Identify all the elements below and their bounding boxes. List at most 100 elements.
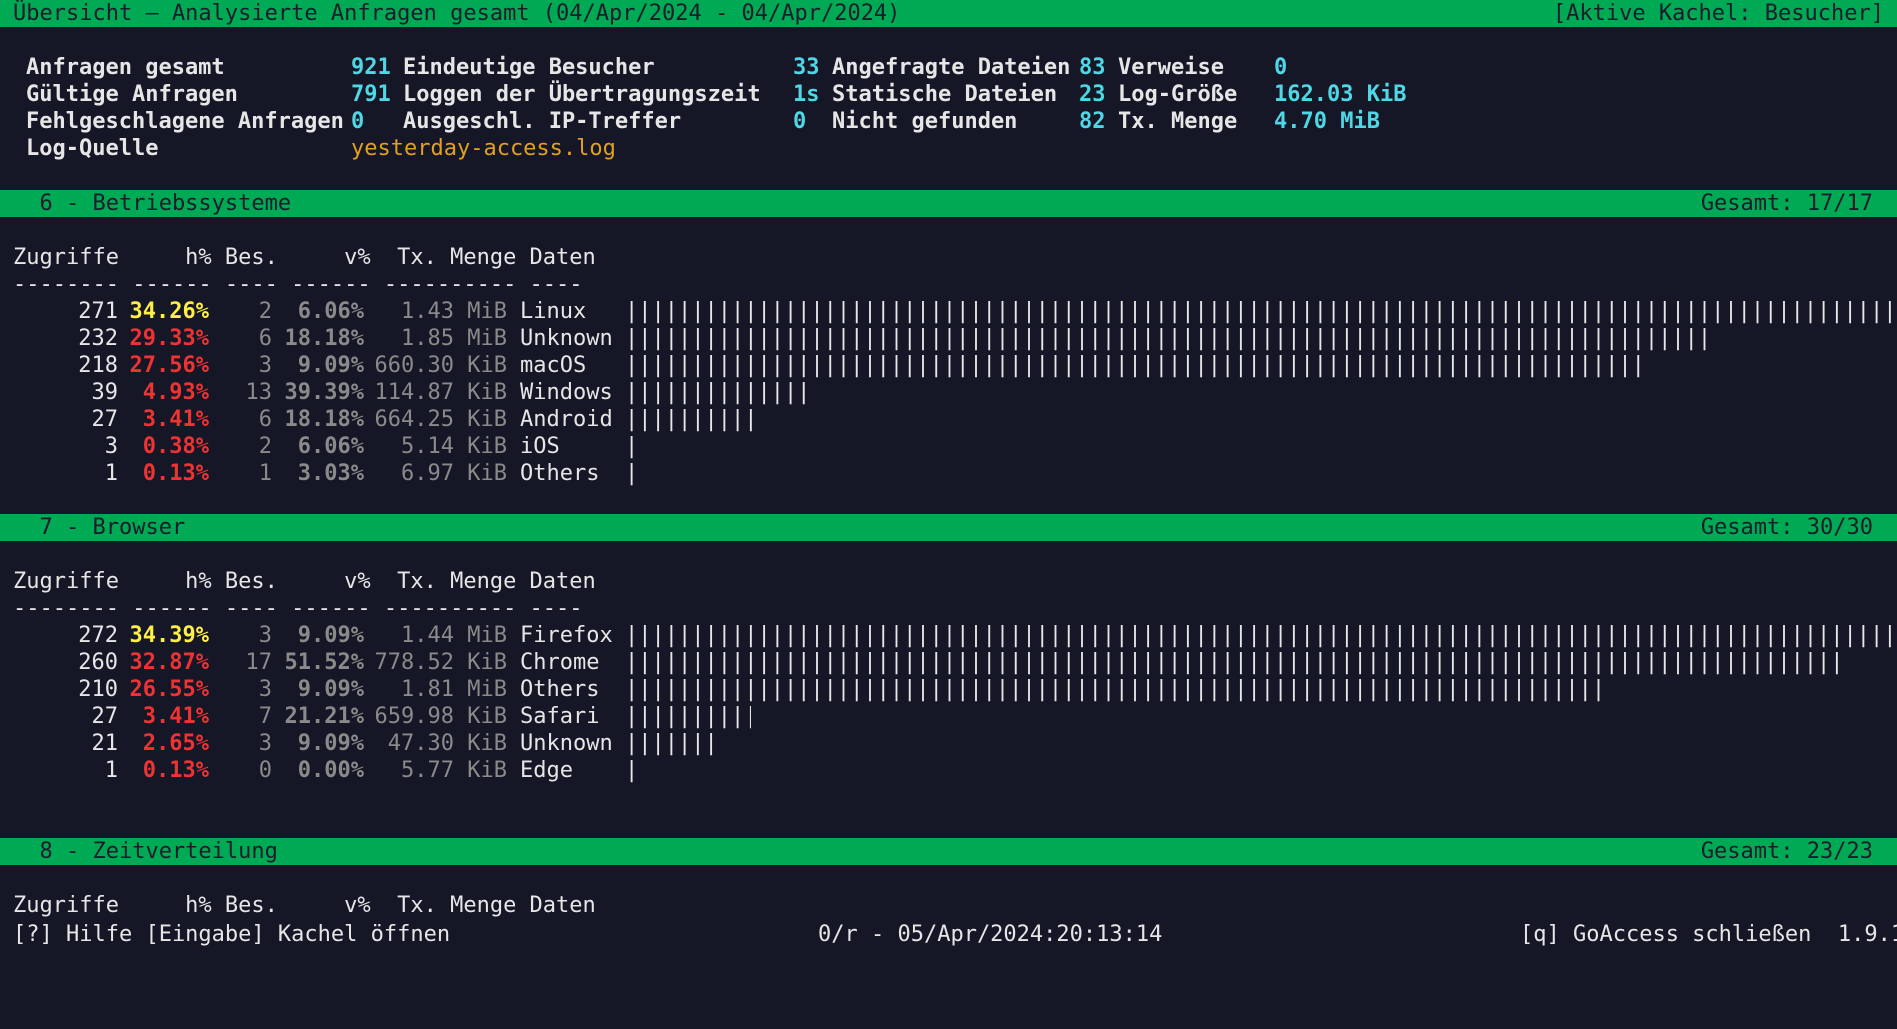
cell-tx: 1.44 MiB: [401, 623, 507, 648]
hits-bar: ||||||||||||: [625, 731, 723, 756]
cell-hp: 4.93%: [142, 380, 209, 405]
overview-label: Ausgeschl. IP-Treffer: [403, 109, 682, 134]
panel-title: 8 - Zeitverteilung: [13, 839, 278, 864]
cell-tx: 5.77 KiB: [401, 758, 507, 783]
cell-hits: 271: [78, 299, 118, 324]
cell-data: Windows: [520, 380, 613, 405]
overview-value: yesterday-access.log: [351, 136, 616, 161]
panel-header[interactable]: 6 - Betriebssysteme Gesamt: 17/17: [0, 190, 1897, 217]
cell-vis: 7: [258, 704, 272, 729]
hits-bar: ||||||||||||||: [625, 704, 751, 729]
overview-label: Eindeutige Besucher: [403, 55, 655, 80]
overview-value: 83: [1079, 55, 1106, 80]
column-separator: -------- ------ ---- ------ ---------- -…: [13, 272, 583, 297]
cell-vis: 13: [245, 380, 273, 405]
cell-vis: 3: [258, 623, 272, 648]
cell-vis: 3: [258, 353, 272, 378]
cell-data: Edge: [520, 758, 573, 783]
cell-hp: 34.39%: [129, 623, 209, 648]
table-row[interactable]: 232 29.33% 6 18.18% 1.85 MiB Unknown |||||||||…: [0, 325, 1897, 352]
overview-label: Tx. Menge: [1118, 109, 1238, 134]
cell-hp: 3.41%: [142, 704, 209, 729]
cell-hp: 34.26%: [129, 299, 209, 324]
panel-header[interactable]: 8 - Zeitverteilung Gesamt: 23/23: [0, 838, 1897, 865]
overview-label: Statische Dateien: [832, 82, 1058, 107]
cell-vis: 2: [258, 299, 272, 324]
cell-tx: 1.85 MiB: [401, 326, 507, 351]
cell-vp: 9.09%: [297, 623, 364, 648]
cell-hits: 218: [78, 353, 118, 378]
cell-vis: 17: [245, 650, 273, 675]
table-row[interactable]: 21 2.65% 3 9.09% 47.30 KiB Unknown |||||||||||…: [0, 730, 1897, 757]
cell-hits: 232: [78, 326, 118, 351]
overview-value: 0: [793, 109, 807, 134]
hits-bar: ||||||||||||||||||||||||||||||||||||||||…: [625, 326, 1714, 351]
cell-hp: 26.55%: [129, 677, 209, 702]
cell-vp: 9.09%: [297, 731, 364, 756]
column-separator: -------- ------ ---- ------ ---------- -…: [13, 596, 583, 621]
footer-help[interactable]: [?] Hilfe [Eingabe] Kachel öffnen: [13, 921, 450, 948]
table-row[interactable]: 1 0.13% 0 0.00% 5.77 KiB Edge ||||: [0, 757, 1897, 784]
cell-hp: 29.33%: [129, 326, 209, 351]
cell-data: Others: [520, 677, 600, 702]
hits-bar: ||||||||||||||||||||: [625, 380, 808, 405]
panel-total: Gesamt: 17/17: [1700, 191, 1873, 216]
cell-hits: 27: [91, 704, 119, 729]
overview-value: 921: [351, 55, 391, 80]
overview-value: 82: [1079, 109, 1106, 134]
overview-label: Nicht gefunden: [832, 109, 1018, 134]
cell-data: Others: [520, 461, 600, 486]
cell-vis: 2: [258, 434, 272, 459]
hits-bar: ||||||||||||||||||||||||||||||||||||||||…: [625, 623, 1897, 648]
active-tile-indicator: [Aktive Kachel: Besucher]: [1552, 1, 1884, 26]
table-row[interactable]: 27 3.41% 6 18.18% 664.25 KiB Android |||||||||…: [0, 406, 1897, 433]
column-header: Zugriffe h% Bes. v% Tx. Menge Daten: [13, 245, 596, 270]
cell-data: Chrome: [520, 650, 600, 675]
footer-quit[interactable]: [q] GoAccess schließen 1.9.1: [1520, 921, 1897, 948]
overview-label: Fehlgeschlagene Anfragen: [26, 109, 344, 134]
cell-hits: 1: [104, 461, 118, 486]
cell-tx: 6.97 KiB: [401, 461, 507, 486]
panel-title: 6 - Betriebssysteme: [13, 191, 292, 216]
overview-label: Anfragen gesamt: [26, 55, 225, 80]
cell-vis: 3: [258, 731, 272, 756]
cell-tx: 5.14 KiB: [401, 434, 507, 459]
cell-hits: 272: [78, 623, 118, 648]
table-row[interactable]: 210 26.55% 3 9.09% 1.81 MiB Others |||||||||||…: [0, 676, 1897, 703]
cell-tx: 1.43 MiB: [401, 299, 507, 324]
table-row[interactable]: 260 32.87% 17 51.52% 778.52 KiB Chrome |||||||…: [0, 649, 1897, 676]
cell-hits: 39: [91, 380, 119, 405]
overview-label: Log-Größe: [1118, 82, 1238, 107]
panel-title: 7 - Browser: [13, 515, 186, 540]
cell-vis: 3: [258, 677, 272, 702]
overview-value: 33: [793, 55, 820, 80]
cell-vp: 9.09%: [297, 353, 364, 378]
table-row[interactable]: 1 0.13% 1 3.03% 6.97 KiB Others ||||: [0, 460, 1897, 487]
table-row[interactable]: 27 3.41% 7 21.21% 659.98 KiB Safari ||||||||||…: [0, 703, 1897, 730]
overview-value: 162.03 KiB: [1274, 82, 1407, 107]
table-row[interactable]: 39 4.93% 13 39.39% 114.87 KiB Windows ||||||||…: [0, 379, 1897, 406]
cell-vp: 51.52%: [284, 650, 364, 675]
column-header: Zugriffe h% Bes. v% Tx. Menge Daten: [13, 569, 596, 594]
panel-header[interactable]: 7 - Browser Gesamt: 30/30: [0, 514, 1897, 541]
table-row[interactable]: 3 0.38% 2 6.06% 5.14 KiB iOS ||||: [0, 433, 1897, 460]
cell-vp: 9.09%: [297, 677, 364, 702]
hits-bar: ||||: [625, 461, 636, 486]
cell-data: Firefox: [520, 623, 613, 648]
cell-data: Android: [520, 407, 613, 432]
hits-bar: ||||||||||||||||||||||||||||||||||||||||…: [625, 299, 1897, 324]
table-row[interactable]: 271 34.26% 2 6.06% 1.43 MiB Linux ||||||||||||…: [0, 298, 1897, 325]
table-row[interactable]: 272 34.39% 3 9.09% 1.44 MiB Firefox ||||||||||…: [0, 622, 1897, 649]
table-row[interactable]: 218 27.56% 3 9.09% 660.30 KiB macOS ||||||||||…: [0, 352, 1897, 379]
overview-label: Gültige Anfragen: [26, 82, 238, 107]
cell-hits: 210: [78, 677, 118, 702]
cell-vis: 6: [258, 407, 272, 432]
hits-bar: |||||||||||||||: [625, 407, 752, 432]
cell-vis: 0: [258, 758, 272, 783]
cell-data: Unknown: [520, 326, 613, 351]
cell-hp: 2.65%: [142, 731, 209, 756]
hits-bar: ||||||||||||||||||||||||||||||||||||||||…: [625, 353, 1648, 378]
overview-value: 23: [1079, 82, 1106, 107]
cell-tx: 778.52 KiB: [374, 650, 507, 675]
hits-bar: ||||: [625, 758, 636, 783]
